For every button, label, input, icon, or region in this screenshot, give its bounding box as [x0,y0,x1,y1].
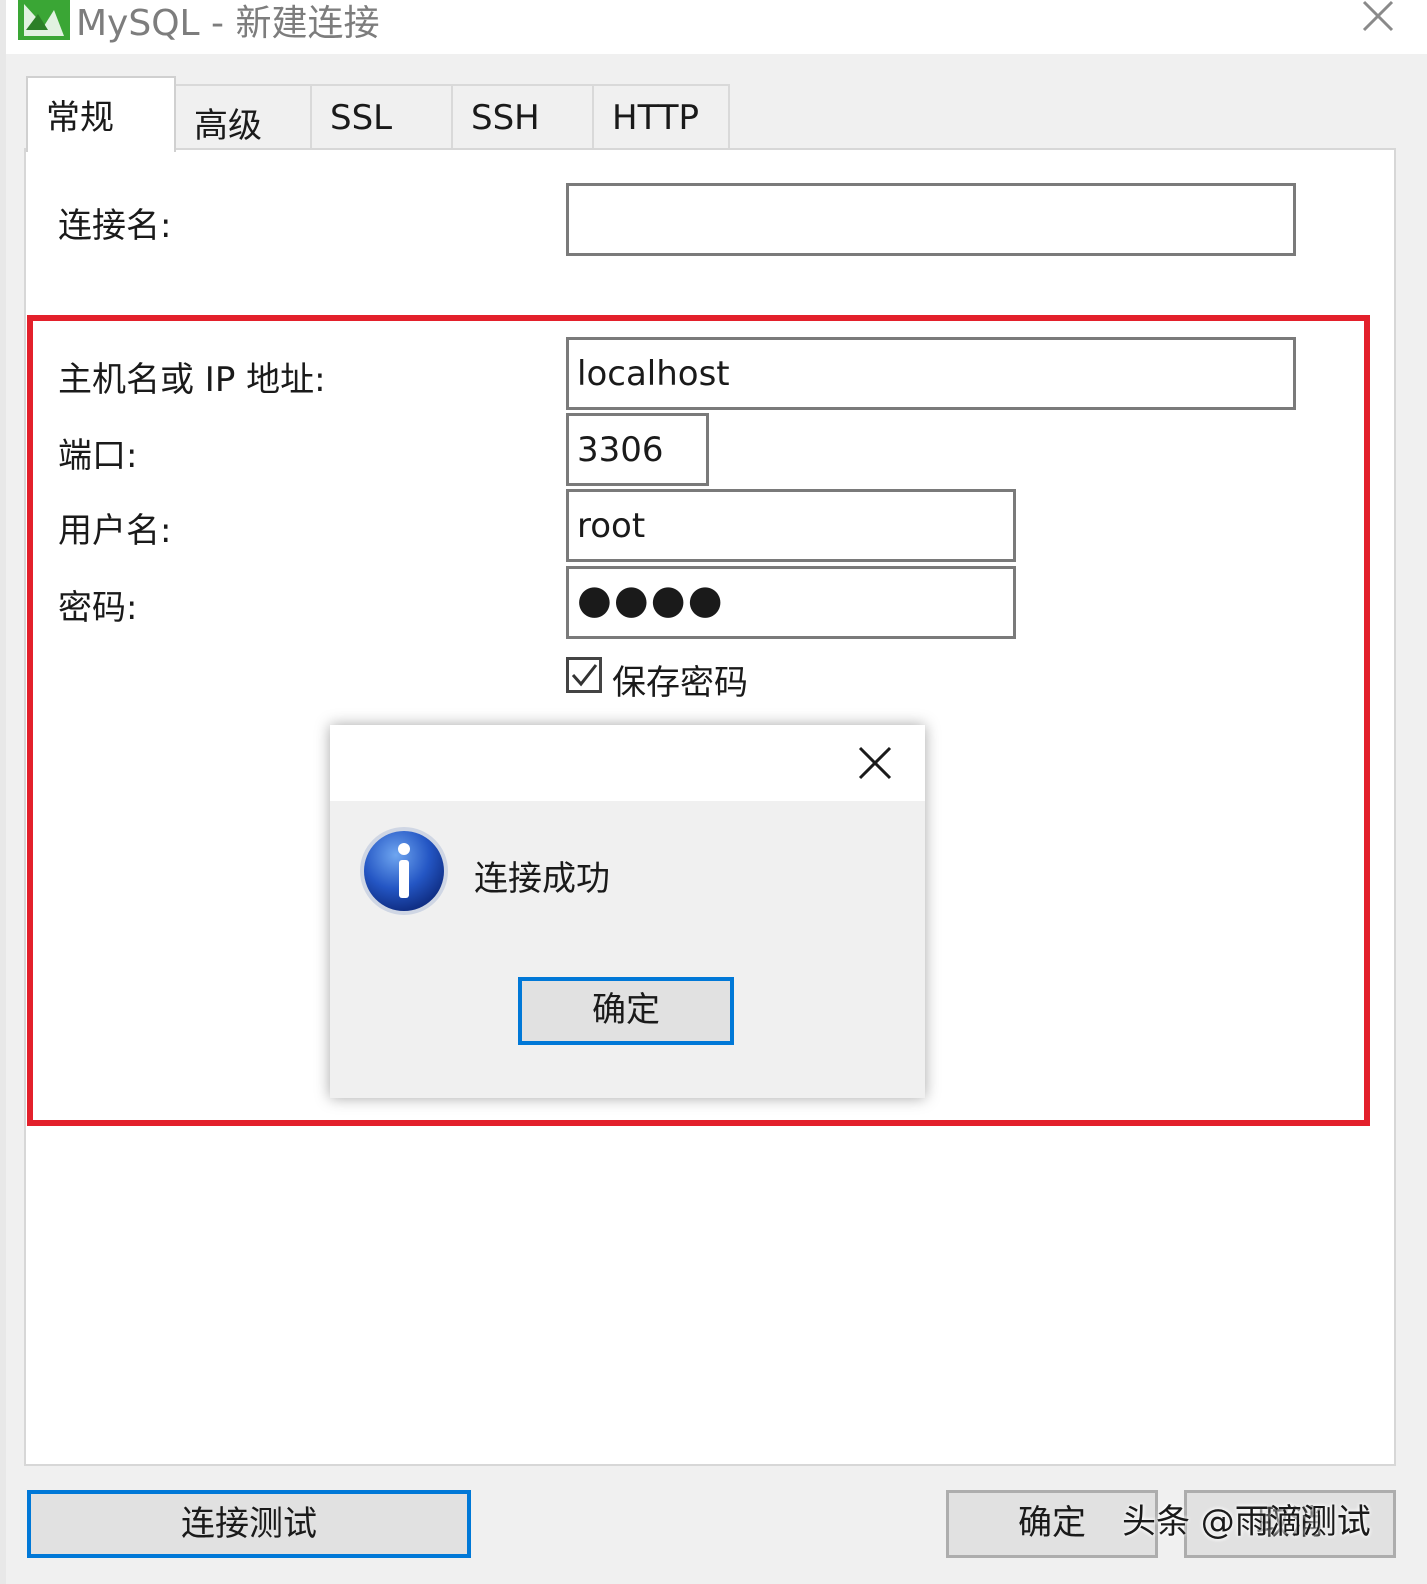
title-bar: MySQL - 新建连接 [6,0,1427,54]
tab-label: SSH [471,98,540,138]
dialog-message: 连接成功 [474,859,610,899]
watermark-text: 头条 @雨滴测试 [1122,1502,1371,1542]
tab-general[interactable]: 常规 [26,76,176,152]
tab-label: 常规 [46,98,114,138]
port-label: 端口: [58,436,138,476]
connection-name-label: 连接名: [58,206,172,246]
save-password-label[interactable]: 保存密码 [612,655,748,704]
test-connection-button[interactable]: 连接测试 [27,1490,471,1558]
checkmark-icon [571,664,598,687]
new-connection-window: MySQL - 新建连接 常规 高级 SSL SSH HTTP 连接名: 主机名… [0,0,1427,1584]
tab-ssh[interactable]: SSH [451,84,594,150]
close-icon[interactable] [1358,0,1398,36]
tab-advanced[interactable]: 高级 [174,84,312,150]
navicat-icon [18,0,70,40]
tab-http[interactable]: HTTP [592,84,730,150]
save-password-checkbox[interactable] [566,657,602,693]
connection-name-input[interactable] [566,183,1296,256]
tab-label: SSL [330,98,393,138]
dialog-title-bar [330,725,925,801]
close-icon[interactable] [855,743,895,783]
tab-label: HTTP [612,98,700,138]
host-label: 主机名或 IP 地址: [58,360,326,400]
password-input[interactable]: ●●●● [566,566,1016,639]
dialog-ok-button[interactable]: 确定 [518,977,734,1045]
username-label: 用户名: [58,511,172,551]
window-left-edge [0,0,6,1584]
success-dialog: 连接成功 确定 [330,725,925,1098]
tab-label: 高级 [194,106,262,146]
password-label: 密码: [58,588,138,628]
info-icon [360,827,448,915]
tab-ssl[interactable]: SSL [310,84,453,150]
port-input[interactable] [566,413,709,486]
window-title: MySQL - 新建连接 [76,3,380,44]
username-input[interactable] [566,489,1016,562]
host-input[interactable] [566,337,1296,410]
